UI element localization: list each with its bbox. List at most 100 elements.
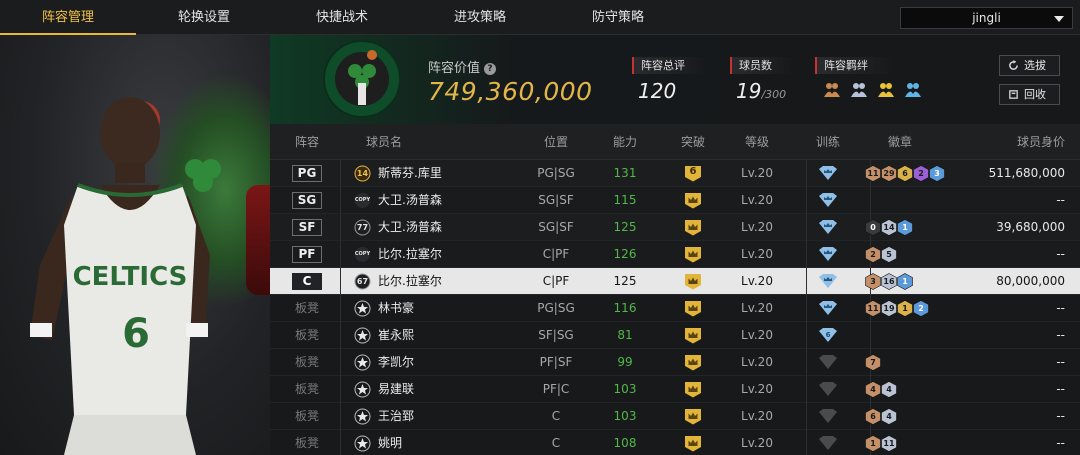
breakthrough-cell[interactable] bbox=[675, 403, 711, 430]
bond-blue-icon[interactable] bbox=[903, 80, 923, 100]
table-row[interactable]: 板凳 林书豪 PG|SG 116 Lv.20 -- 11 19 1 2 bbox=[270, 295, 1080, 322]
table-row[interactable]: 板凳 崔永熙 SF|SG 81 Lv.20 -- 6 bbox=[270, 322, 1080, 349]
table-row[interactable]: PF COPY 比尔.拉塞尔 C|PF 126 Lv.20 -- 2 5 bbox=[270, 241, 1080, 268]
table-row[interactable]: SF 77 大卫.汤普森 SG|SF 125 Lv.20 39,680,000 0 14 1 bbox=[270, 214, 1080, 241]
training-cell[interactable] bbox=[813, 187, 843, 214]
player-name[interactable]: 大卫.汤普森 bbox=[378, 214, 442, 241]
table-row[interactable]: 板凳 易建联 PF|C 103 Lv.20 -- 4 4 bbox=[270, 376, 1080, 403]
breakthrough-cell[interactable] bbox=[675, 241, 711, 268]
lineup-slot[interactable]: PG bbox=[292, 165, 322, 182]
lineup-slot[interactable]: 板凳 bbox=[292, 376, 322, 403]
lineup-slot[interactable]: C bbox=[292, 273, 322, 290]
badge-bronze[interactable]: 7 bbox=[865, 354, 881, 371]
badge-silver[interactable]: 5 bbox=[881, 246, 897, 263]
player-name[interactable]: 斯蒂芬.库里 bbox=[378, 160, 442, 187]
training-cell[interactable] bbox=[813, 160, 843, 187]
col-breakthrough[interactable]: 突破 bbox=[663, 124, 723, 160]
breakthrough-cell[interactable] bbox=[675, 295, 711, 322]
player-name[interactable]: 崔永熙 bbox=[378, 322, 414, 349]
lineup-slot[interactable]: 板凳 bbox=[292, 403, 322, 430]
column-divider bbox=[806, 322, 807, 349]
table-row[interactable]: 板凳 王治郅 C 103 Lv.20 -- 6 4 bbox=[270, 403, 1080, 430]
player-name[interactable]: 林书豪 bbox=[378, 295, 414, 322]
training-cell[interactable] bbox=[813, 268, 843, 295]
col-training[interactable]: 训练 bbox=[800, 124, 856, 160]
training-cell[interactable] bbox=[813, 403, 843, 430]
badge-bronze[interactable]: 6 bbox=[865, 408, 881, 425]
badge-silver[interactable]: 4 bbox=[881, 381, 897, 398]
table-row[interactable]: C 67 比尔.拉塞尔 C|PF 125 Lv.20 80,000,000 3 16 1 bbox=[270, 268, 1080, 295]
table-row[interactable]: 板凳 李凯尔 PF|SF 99 Lv.20 -- 7 bbox=[270, 349, 1080, 376]
badge-dark[interactable]: 0 bbox=[865, 219, 881, 236]
badge-bronze[interactable]: 4 bbox=[865, 381, 881, 398]
tab-quick-tactics[interactable]: 快捷战术 bbox=[274, 0, 410, 35]
badge-silver[interactable]: 16 bbox=[881, 273, 897, 290]
badge-gold[interactable]: 6 bbox=[897, 165, 913, 182]
training-cell[interactable] bbox=[813, 214, 843, 241]
training-cell[interactable] bbox=[813, 295, 843, 322]
recall-button[interactable]: 回收 bbox=[999, 84, 1060, 105]
col-position[interactable]: 位置 bbox=[518, 124, 594, 160]
table-row[interactable]: PG 14 斯蒂芬.库里 PG|SG 131 Lv.20 511,680,000 6 11 29 6… bbox=[270, 160, 1080, 187]
tab-defense-strategy[interactable]: 防守策略 bbox=[550, 0, 686, 35]
training-cell[interactable] bbox=[813, 376, 843, 403]
table-row[interactable]: SG COPY 大卫.汤普森 SG|SF 115 Lv.20 -- bbox=[270, 187, 1080, 214]
badge-blue[interactable]: 1 bbox=[897, 219, 913, 236]
table-row[interactable]: 板凳 姚明 C 108 Lv.20 -- 1 11 bbox=[270, 430, 1080, 455]
tab-lineup-management[interactable]: 阵容管理 bbox=[0, 0, 136, 35]
badge-silver[interactable]: 19 bbox=[881, 300, 897, 317]
player-name[interactable]: 易建联 bbox=[378, 376, 414, 403]
player-name[interactable]: 姚明 bbox=[378, 430, 402, 455]
player-name[interactable]: 李凯尔 bbox=[378, 349, 414, 376]
badge-bronze[interactable]: 3 bbox=[865, 273, 881, 290]
badge-bronze[interactable]: 2 bbox=[865, 246, 881, 263]
training-cell[interactable] bbox=[813, 430, 843, 455]
breakthrough-cell[interactable] bbox=[675, 322, 711, 349]
badge-gold[interactable]: 1 bbox=[897, 300, 913, 317]
tab-rotation-settings[interactable]: 轮换设置 bbox=[136, 0, 272, 35]
tab-offense-strategy[interactable]: 进攻策略 bbox=[412, 0, 548, 35]
col-player-value[interactable]: 球员身价 bbox=[965, 124, 1065, 160]
star-icon bbox=[354, 354, 371, 371]
help-icon[interactable]: ? bbox=[484, 63, 497, 75]
breakthrough-cell[interactable] bbox=[675, 349, 711, 376]
breakthrough-cell[interactable] bbox=[675, 214, 711, 241]
training-cell[interactable]: 6 bbox=[813, 322, 843, 349]
lineup-slot[interactable]: SF bbox=[292, 219, 322, 236]
badge-silver[interactable]: 14 bbox=[881, 219, 897, 236]
badge-bronze[interactable]: 29 bbox=[881, 165, 897, 182]
breakthrough-cell[interactable] bbox=[675, 268, 711, 295]
badge-blue[interactable]: 3 bbox=[929, 165, 945, 182]
bond-gold-icon[interactable] bbox=[876, 80, 896, 100]
badge-blue[interactable]: 1 bbox=[897, 273, 913, 290]
bond-silver-icon[interactable] bbox=[849, 80, 869, 100]
col-level[interactable]: 等级 bbox=[722, 124, 792, 160]
lineup-slot[interactable]: 板凳 bbox=[292, 349, 322, 376]
breakthrough-cell[interactable] bbox=[675, 376, 711, 403]
lineup-slot[interactable]: 板凳 bbox=[292, 430, 322, 455]
breakthrough-cell[interactable] bbox=[675, 187, 711, 214]
breakthrough-cell[interactable]: 6 bbox=[675, 160, 711, 187]
bond-bronze-icon[interactable] bbox=[822, 80, 842, 100]
player-name[interactable]: 大卫.汤普森 bbox=[378, 187, 442, 214]
badge-bronze[interactable]: 11 bbox=[865, 300, 881, 317]
badge-blue[interactable]: 2 bbox=[913, 300, 929, 317]
badge-silver[interactable]: 4 bbox=[881, 408, 897, 425]
lineup-slot[interactable]: 板凳 bbox=[292, 322, 322, 349]
player-name[interactable]: 王治郅 bbox=[378, 403, 414, 430]
col-ability[interactable]: 能力 bbox=[595, 124, 655, 160]
lineup-slot[interactable]: SG bbox=[292, 192, 322, 209]
player-name[interactable]: 比尔.拉塞尔 bbox=[378, 268, 442, 295]
select-button[interactable]: 选拔 bbox=[999, 55, 1060, 76]
lineup-slot[interactable]: PF bbox=[292, 246, 322, 263]
training-cell[interactable] bbox=[813, 241, 843, 268]
training-cell[interactable] bbox=[813, 349, 843, 376]
user-select[interactable]: jingli bbox=[900, 7, 1073, 29]
badge-hof[interactable]: 2 bbox=[913, 165, 929, 182]
lineup-slot[interactable]: 板凳 bbox=[292, 295, 322, 322]
badge-silver[interactable]: 11 bbox=[881, 435, 897, 452]
breakthrough-cell[interactable] bbox=[675, 430, 711, 455]
badge-bronze[interactable]: 11 bbox=[865, 165, 881, 182]
badge-bronze[interactable]: 1 bbox=[865, 435, 881, 452]
player-name[interactable]: 比尔.拉塞尔 bbox=[378, 241, 442, 268]
